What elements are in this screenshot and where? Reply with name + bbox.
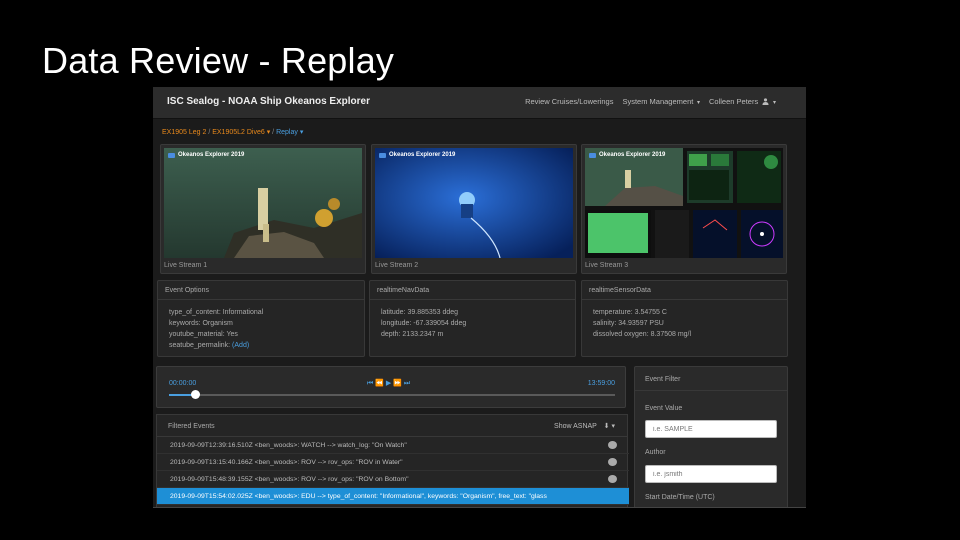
breadcrumb-lowering[interactable]: EX1905L2 Dive6 xyxy=(212,129,265,136)
rov-underwater-image xyxy=(375,148,573,258)
app-brand[interactable]: ISC Sealog - NOAA Ship Okeanos Explorer xyxy=(167,96,370,107)
event-options-title: Event Options xyxy=(158,281,364,300)
event-row-selected[interactable]: 2019-09-09T15:54:02.025Z <ben_woods>: ED… xyxy=(157,488,629,505)
playback-controls-icons[interactable]: ⏮ ⏪ ▶ ⏩ ⏭ xyxy=(367,379,410,388)
event-row[interactable]: 2019-09-09T12:39:16.510Z <ben_woods>: WA… xyxy=(157,437,629,454)
noaa-logo-icon xyxy=(589,152,596,158)
event-option-line: keywords: Organism xyxy=(169,320,233,327)
stream-1-caption: Live Stream 1 xyxy=(164,262,208,269)
system-management-menu[interactable]: System Management ▾ xyxy=(622,97,700,106)
caret-down-icon[interactable]: ▾ xyxy=(298,129,304,136)
breadcrumb-cruise[interactable]: EX1905 Leg 2 xyxy=(162,129,206,136)
bottom-divider xyxy=(153,507,806,508)
control-room-multiview-image xyxy=(585,148,783,258)
stream-3-caption: Live Stream 3 xyxy=(585,262,629,269)
seafloor-image xyxy=(164,148,362,258)
user-menu[interactable]: Colleen Peters ▾ xyxy=(709,97,776,106)
sensor-data-line: salinity: 34.93597 PSU xyxy=(593,320,664,327)
add-permalink-link[interactable]: (Add) xyxy=(232,342,249,349)
replay-player: 00:00:00 ⏮ ⏪ ▶ ⏩ ⏭ 13:59:00 xyxy=(156,366,626,408)
stream-1-video[interactable]: Okeanos Explorer 2019 xyxy=(164,148,362,258)
nav-data-title: realtimeNavData xyxy=(370,281,575,300)
user-icon xyxy=(762,98,769,105)
filtered-events-title: Filtered Events xyxy=(168,423,215,430)
filtered-events-panel: Filtered Events Show ASNAP ⬇ ▾ 2019-09-0… xyxy=(156,414,629,508)
live-stream-3[interactable]: Okeanos Explorer 2019 Live Stream 3 xyxy=(581,144,787,274)
live-stream-2[interactable]: Okeanos Explorer 2019 Live Stream 2 xyxy=(371,144,577,274)
start-datetime-label: Start Date/Time (UTC) xyxy=(645,494,715,501)
nav-data-line: longitude: -67.339054 ddeg xyxy=(381,320,467,327)
review-cruises-link[interactable]: Review Cruises/Lowerings xyxy=(525,97,613,106)
event-value-label: Event Value xyxy=(645,405,683,412)
event-row[interactable]: 2019-09-09T13:15:40.166Z <ben_woods>: RO… xyxy=(157,454,629,471)
noaa-logo-icon xyxy=(168,152,175,158)
nav-data-panel: realtimeNavData latitude: 39.885353 ddeg… xyxy=(369,280,576,357)
stream-2-video[interactable]: Okeanos Explorer 2019 xyxy=(375,148,573,258)
timeline-track[interactable] xyxy=(169,394,615,396)
breadcrumb-mode[interactable]: Replay xyxy=(276,129,298,136)
stream-3-video[interactable]: Okeanos Explorer 2019 xyxy=(585,148,783,258)
sensor-data-title: realtimeSensorData xyxy=(582,281,787,300)
comment-icon[interactable] xyxy=(608,441,617,449)
stream-2-caption: Live Stream 2 xyxy=(375,262,419,269)
end-time: 13:59:00 xyxy=(587,380,615,387)
event-value-input[interactable] xyxy=(645,420,777,438)
comment-icon[interactable] xyxy=(608,475,617,483)
author-label: Author xyxy=(645,449,666,456)
sealog-app-window: ISC Sealog - NOAA Ship Okeanos Explorer … xyxy=(153,87,806,508)
breadcrumb: EX1905 Leg 2 / EX1905L2 Dive6 ▾ / Replay… xyxy=(162,129,304,136)
sensor-data-line: dissolved oxygen: 8.37508 mg/l xyxy=(593,331,692,338)
download-icon[interactable]: ⬇ ▾ xyxy=(604,423,615,430)
event-filter-title: Event Filter xyxy=(635,367,787,391)
event-option-line: seatube_permalink: (Add) xyxy=(169,342,250,349)
event-option-line: type_of_content: Informational xyxy=(169,309,264,316)
caret-down-icon: ▾ xyxy=(771,100,776,106)
nav-data-line: depth: 2133.2347 m xyxy=(381,331,444,338)
navbar-menus: Review Cruises/Lowerings System Manageme… xyxy=(525,97,776,106)
start-time: 00:00:00 xyxy=(169,380,197,387)
top-navbar: ISC Sealog - NOAA Ship Okeanos Explorer … xyxy=(153,87,806,119)
event-filter-panel: Event Filter Event Value Author Start Da… xyxy=(634,366,788,508)
author-input[interactable] xyxy=(645,465,777,483)
stream-2-watermark: Okeanos Explorer 2019 xyxy=(379,152,455,158)
caret-down-icon: ▾ xyxy=(695,100,701,106)
noaa-logo-icon xyxy=(379,152,386,158)
sensor-data-line: temperature: 3.54755 C xyxy=(593,309,667,316)
comment-icon[interactable] xyxy=(608,458,617,466)
nav-data-line: latitude: 39.885353 ddeg xyxy=(381,309,459,316)
event-row[interactable]: 2019-09-09T15:48:39.155Z <ben_woods>: RO… xyxy=(157,471,629,488)
event-options-panel: Event Options type_of_content: Informati… xyxy=(157,280,365,357)
show-asnap-toggle[interactable]: Show ASNAP ⬇ ▾ xyxy=(554,422,615,430)
playback-controls[interactable]: ⏮ ⏪ ▶ ⏩ ⏭ xyxy=(367,379,410,388)
sensor-data-panel: realtimeSensorData temperature: 3.54755 … xyxy=(581,280,788,357)
stream-1-watermark: Okeanos Explorer 2019 xyxy=(168,152,244,158)
slide-title: Data Review - Replay xyxy=(42,40,395,81)
timeline-slider-handle[interactable] xyxy=(191,390,201,399)
live-stream-1[interactable]: Okeanos Explorer 2019 Live Stream 1 xyxy=(160,144,366,274)
event-option-line: youtube_material: Yes xyxy=(169,331,238,338)
stream-3-watermark: Okeanos Explorer 2019 xyxy=(589,152,665,158)
filtered-events-header: Filtered Events Show ASNAP ⬇ ▾ xyxy=(157,415,627,437)
